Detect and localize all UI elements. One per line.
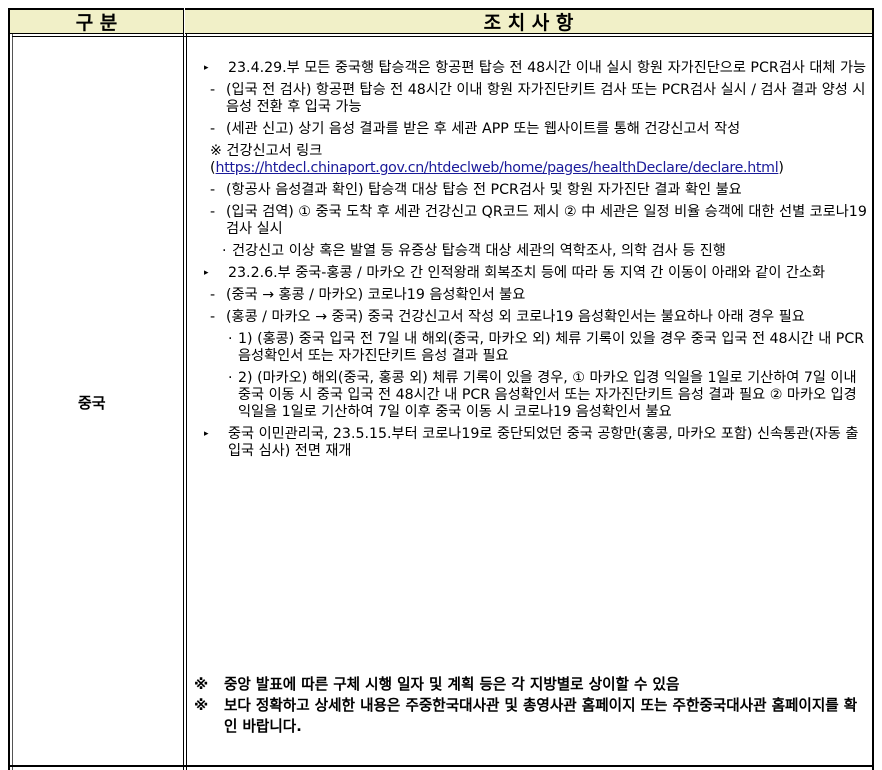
measure-text: 23.2.6.부 중국-홍콩 / 마카오 간 인적왕래 회복조치 등에 따라 동…: [228, 265, 826, 281]
header-underline: [12, 36, 874, 37]
measure-text: (입국 검역) ① 중국 도착 후 세관 건강신고 QR코드 제시 ② 中 세관…: [226, 204, 867, 237]
list-marker: -: [210, 204, 216, 220]
note-text: 보다 정확하고 상세한 내용은 주중한국대사관 및 총영사관 홈페이지 또는 주…: [224, 697, 858, 735]
header-category: 구 분: [8, 8, 183, 34]
column-divider: [183, 8, 184, 770]
bottom-border: [8, 765, 874, 767]
document-page: 구 분 조 치 사 항 중국 ▸ 23.4.29.부 모든 중국행 탑승객은 항공…: [0, 0, 882, 770]
left-inner-border: [12, 34, 13, 770]
header-measures: 조 치 사 항: [185, 8, 874, 34]
measure-text: 건강신고 이상 혹은 발열 등 유증상 탑승객 대상 세관의 역학조사, 의학 …: [232, 243, 726, 259]
measure-item: ※ 건강신고서 링크(https://htdecl.chinaport.gov.…: [190, 143, 868, 177]
measure-item: ▸ 중국 이민관리국, 23.5.15.부터 코로나19로 중단되었던 중국 공항…: [190, 426, 868, 460]
measure-item: ▸ 23.2.6.부 중국-홍콩 / 마카오 간 인적왕래 회복조치 등에 따라 …: [190, 265, 868, 282]
triangle-bullet-icon: ▸: [204, 268, 209, 278]
measures-content: ▸ 23.4.29.부 모든 중국행 탑승객은 항공편 탑승 전 48시간 이내 …: [190, 60, 868, 465]
measure-text: (세관 신고) 상기 음성 결과를 받은 후 세관 APP 또는 웹사이트를 통…: [226, 121, 741, 137]
left-border: [8, 34, 10, 770]
note-text: 중앙 발표에 따른 구체 시행 일자 및 계획 등은 각 지방별로 상이할 수 …: [224, 676, 680, 693]
health-declaration-link[interactable]: https://htdecl.chinaport.gov.cn/htdeclwe…: [216, 160, 779, 176]
triangle-bullet-icon: ▸: [204, 63, 209, 73]
measure-text: 중국 이민관리국, 23.5.15.부터 코로나19로 중단되었던 중국 공항만…: [228, 426, 859, 459]
measure-item: - (입국 검역) ① 중국 도착 후 세관 건강신고 QR코드 제시 ② 中 세…: [190, 204, 868, 238]
note-item: ※ 보다 정확하고 상세한 내용은 주중한국대사관 및 총영사관 홈페이지 또는 …: [194, 695, 866, 737]
measure-item: · 1) (홍콩) 중국 입국 전 7일 내 해외(중국, 마카오 외) 체류 기…: [190, 331, 868, 365]
list-marker: ·: [228, 370, 233, 386]
measure-item: - (중국 → 홍콩 / 마카오) 코로나19 음성확인서 불요: [190, 287, 868, 304]
list-marker: -: [210, 182, 216, 198]
measure-text: 2) (마카오) 해외(중국, 홍콩 외) 체류 기록이 있을 경우, ① 마카…: [238, 370, 857, 420]
list-marker: -: [210, 309, 216, 325]
right-border: [872, 8, 874, 770]
measure-item: · 건강신고 이상 혹은 발열 등 유증상 탑승객 대상 세관의 역학조사, 의학…: [190, 243, 868, 260]
triangle-bullet-icon: ▸: [204, 429, 209, 439]
measure-text: 1) (홍콩) 중국 입국 전 7일 내 해외(중국, 마카오 외) 체류 기록…: [238, 331, 865, 364]
note-item: ※ 중앙 발표에 따른 구체 시행 일자 및 계획 등은 각 지방별로 상이할 수…: [194, 674, 866, 695]
country-label: 중국: [78, 394, 106, 412]
list-marker: -: [210, 82, 216, 98]
measure-item: · 2) (마카오) 해외(중국, 홍콩 외) 체류 기록이 있을 경우, ① 마…: [190, 370, 868, 421]
measure-item: - (홍콩 / 마카오 → 중국) 중국 건강신고서 작성 외 코로나19 음성확…: [190, 309, 868, 326]
measure-text: (항공사 음성결과 확인) 탑승객 대상 탑승 전 PCR검사 및 항원 자가진…: [226, 182, 742, 198]
measure-item: - (세관 신고) 상기 음성 결과를 받은 후 세관 APP 또는 웹사이트를 …: [190, 121, 868, 138]
link-tail: ): [778, 160, 784, 176]
measure-text: (중국 → 홍콩 / 마카오) 코로나19 음성확인서 불요: [226, 287, 526, 303]
reference-mark: ※: [210, 143, 227, 159]
measure-text: (입국 전 검사) 항공편 탑승 전 48시간 이내 항원 자가진단키트 검사 …: [226, 82, 866, 115]
list-marker: -: [210, 121, 216, 137]
list-marker: ·: [228, 331, 233, 347]
measure-item: - (입국 전 검사) 항공편 탑승 전 48시간 이내 항원 자가진단키트 검사…: [190, 82, 868, 116]
list-marker: ·: [222, 243, 227, 259]
measure-item: - (항공사 음성결과 확인) 탑승객 대상 탑승 전 PCR검사 및 항원 자가…: [190, 182, 868, 199]
notes-section: ※ 중앙 발표에 따른 구체 시행 일자 및 계획 등은 각 지방별로 상이할 수…: [194, 674, 866, 737]
note-mark: ※: [194, 676, 209, 693]
list-marker: -: [210, 287, 216, 303]
measure-text: (홍콩 / 마카오 → 중국) 중국 건강신고서 작성 외 코로나19 음성확인…: [226, 309, 805, 325]
measure-text: 23.4.29.부 모든 중국행 탑승객은 항공편 탑승 전 48시간 이내 실…: [228, 60, 867, 76]
note-mark: ※: [194, 697, 209, 714]
measure-item: ▸ 23.4.29.부 모든 중국행 탑승객은 항공편 탑승 전 48시간 이내 …: [190, 60, 868, 77]
